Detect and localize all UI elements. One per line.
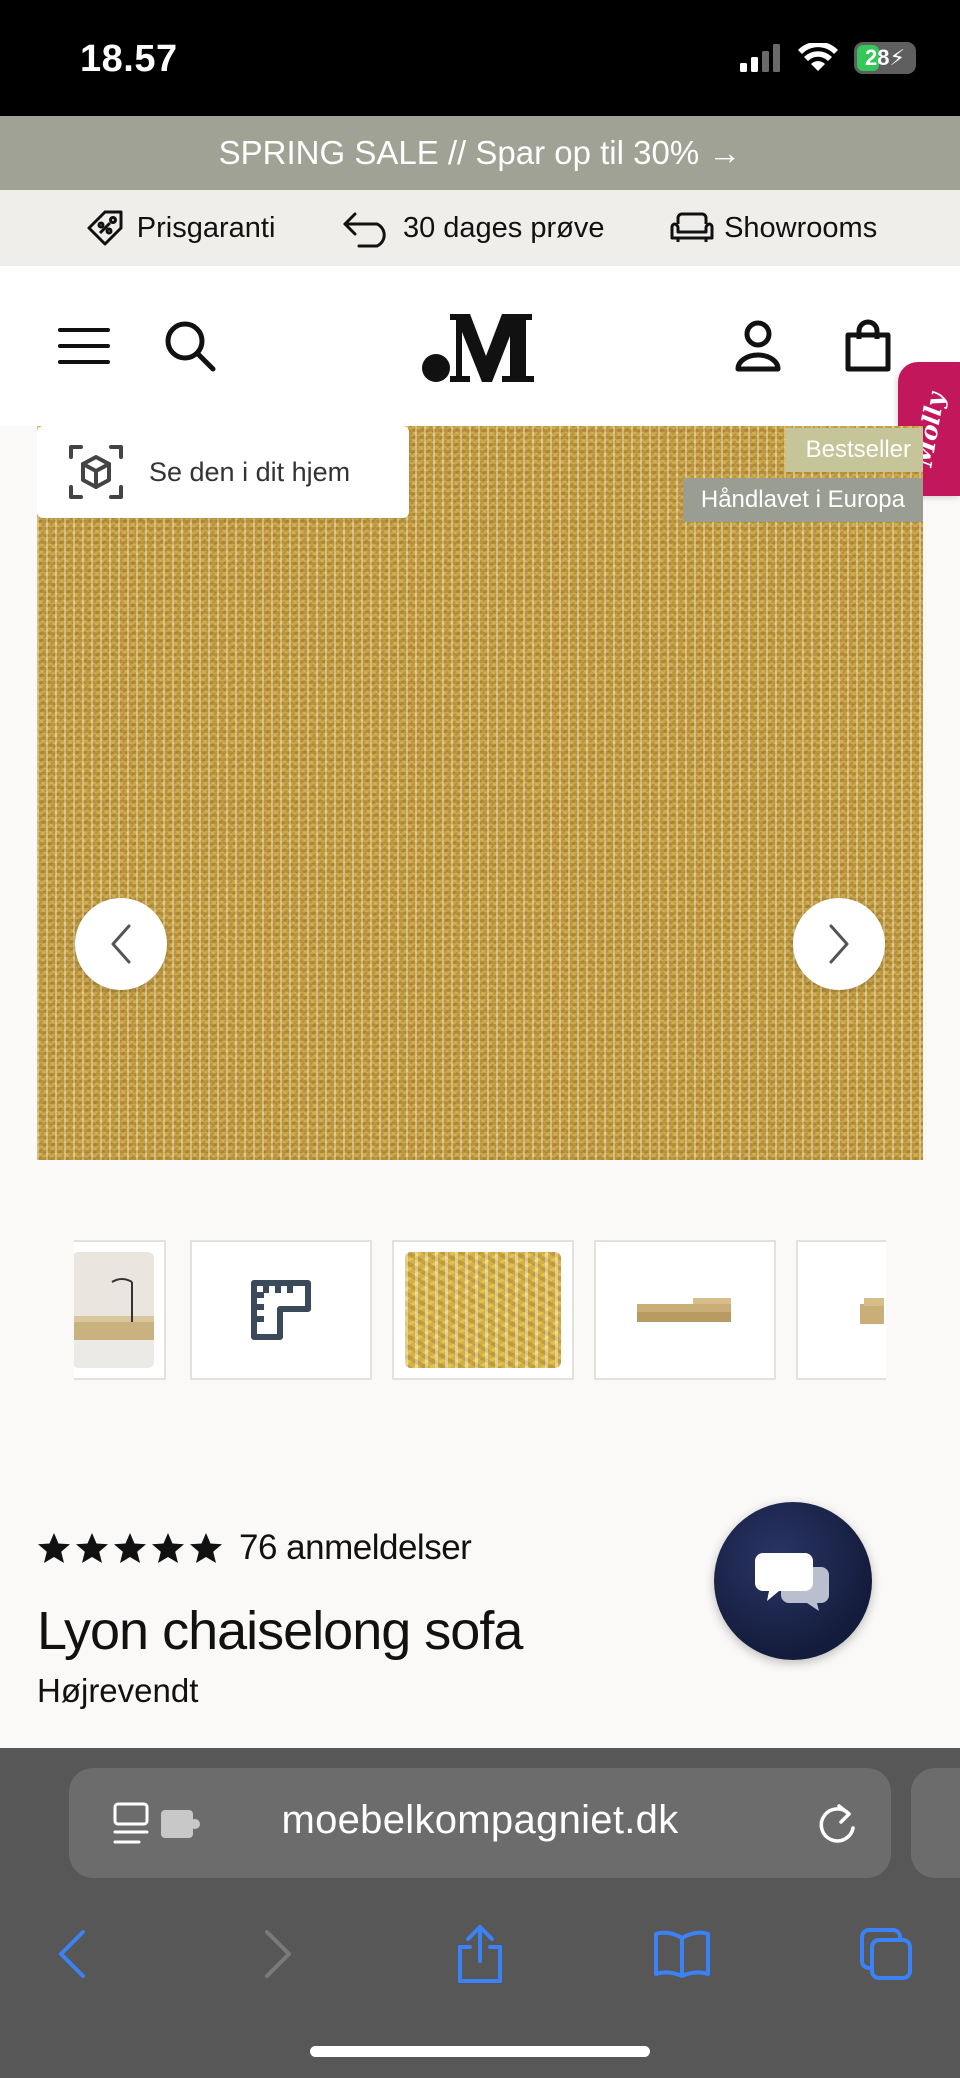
reload-button[interactable] bbox=[815, 1800, 859, 1851]
home-indicator[interactable] bbox=[310, 2046, 650, 2057]
usp-showrooms[interactable]: Showrooms bbox=[670, 210, 877, 246]
next-tab-peek[interactable] bbox=[911, 1768, 960, 1878]
handmade-badge: Håndlavet i Europa bbox=[682, 478, 923, 522]
star-icon bbox=[190, 1533, 222, 1563]
user-icon bbox=[735, 320, 781, 372]
status-time: 18.57 bbox=[80, 38, 178, 80]
review-count: 76 anmeldelser bbox=[239, 1528, 472, 1567]
chat-icon bbox=[755, 1553, 829, 1611]
status-icons: 28 ⚡ bbox=[740, 42, 916, 74]
sofa-partial-thumbnail bbox=[860, 1298, 884, 1324]
address-bar[interactable]: moebelkompagniet.dk bbox=[69, 1768, 891, 1878]
fabric-swatch-thumbnail bbox=[405, 1252, 561, 1368]
gallery-prev-button[interactable] bbox=[75, 898, 167, 990]
signal-icon bbox=[740, 44, 780, 72]
back-button[interactable] bbox=[42, 1924, 102, 1984]
thumbnail-strip bbox=[74, 1238, 886, 1382]
share-icon bbox=[458, 1925, 502, 1983]
dimensions-icon bbox=[251, 1280, 311, 1340]
search-button[interactable] bbox=[160, 316, 220, 376]
return-arrow-icon bbox=[343, 212, 386, 248]
tabs-button[interactable] bbox=[856, 1924, 916, 1984]
back-icon bbox=[59, 1930, 85, 1978]
usp-label: Showrooms bbox=[724, 211, 878, 244]
product-image-gallery[interactable]: Se den i dit hjem Bestseller Håndlavet i… bbox=[37, 426, 923, 1160]
star-icon bbox=[114, 1533, 146, 1563]
sofa-icon bbox=[670, 212, 714, 242]
rating-stars bbox=[37, 1532, 223, 1564]
room-photo-thumbnail bbox=[74, 1252, 154, 1368]
thumbnail-sofa-2[interactable] bbox=[796, 1240, 886, 1380]
battery-icon: 28 ⚡ bbox=[854, 42, 916, 74]
bookmarks-icon bbox=[654, 1930, 710, 1978]
bookmarks-button[interactable] bbox=[652, 1924, 712, 1984]
menu-icon bbox=[58, 328, 110, 364]
site-header bbox=[0, 266, 960, 426]
thumbnail-sofa[interactable] bbox=[594, 1240, 776, 1380]
tabs-icon bbox=[860, 1928, 912, 1980]
site-logo[interactable] bbox=[420, 306, 540, 386]
star-icon bbox=[76, 1533, 108, 1563]
brand-logo bbox=[422, 314, 534, 382]
price-tag-icon bbox=[87, 210, 123, 246]
forward-icon bbox=[265, 1930, 291, 1978]
ar-button-label: Se den i dit hjem bbox=[149, 456, 351, 487]
chevron-left-icon bbox=[111, 924, 131, 964]
thumbnail-room[interactable] bbox=[74, 1240, 166, 1380]
sale-banner[interactable]: SPRING SALE // Spar op til 30% → bbox=[0, 116, 960, 190]
sofa-thumbnail bbox=[637, 1298, 731, 1322]
chat-button[interactable] bbox=[714, 1502, 872, 1660]
sale-banner-text: SPRING SALE // Spar op til 30% → bbox=[218, 134, 742, 171]
account-button[interactable] bbox=[728, 316, 788, 376]
product-rating[interactable]: 76 anmeldelser bbox=[37, 1528, 472, 1568]
usp-trial[interactable]: 30 dages prøve bbox=[341, 208, 605, 248]
url-text: moebelkompagniet.dk bbox=[281, 1798, 679, 1842]
thumbnail-fabric[interactable] bbox=[392, 1240, 574, 1380]
search-icon bbox=[165, 321, 216, 372]
usp-label: 30 dages prøve bbox=[402, 211, 605, 244]
share-button[interactable] bbox=[450, 1924, 510, 1984]
star-icon bbox=[152, 1533, 184, 1563]
browser-toolbar bbox=[0, 1908, 960, 1998]
browser-chrome: moebelkompagniet.dk bbox=[0, 1748, 960, 2078]
usp-label: Prisgaranti bbox=[136, 211, 276, 244]
battery-level: 28 bbox=[865, 45, 890, 70]
thumbnail-dimensions[interactable] bbox=[190, 1240, 372, 1380]
cart-button[interactable] bbox=[838, 316, 898, 376]
forward-button[interactable] bbox=[248, 1924, 308, 1984]
ar-view-button[interactable]: Se den i dit hjem bbox=[37, 426, 409, 518]
chevron-right-icon bbox=[829, 924, 849, 964]
usp-strip: Prisgaranti 30 dages prøve Showrooms bbox=[0, 190, 960, 266]
menu-button[interactable] bbox=[54, 316, 114, 376]
star-icon bbox=[38, 1533, 70, 1563]
gallery-next-button[interactable] bbox=[793, 898, 885, 990]
bestseller-badge: Bestseller bbox=[785, 428, 923, 472]
bag-icon bbox=[845, 319, 891, 372]
status-bar: 18.57 28 ⚡ bbox=[0, 0, 960, 116]
reload-icon bbox=[819, 1804, 855, 1843]
product-title: Lyon chaiselong sofa bbox=[37, 1601, 523, 1661]
ar-cube-icon bbox=[69, 445, 123, 499]
product-variant: Højrevendt bbox=[37, 1672, 199, 1709]
usp-price-guarantee[interactable]: Prisgaranti bbox=[83, 206, 276, 250]
wifi-icon bbox=[798, 43, 838, 71]
